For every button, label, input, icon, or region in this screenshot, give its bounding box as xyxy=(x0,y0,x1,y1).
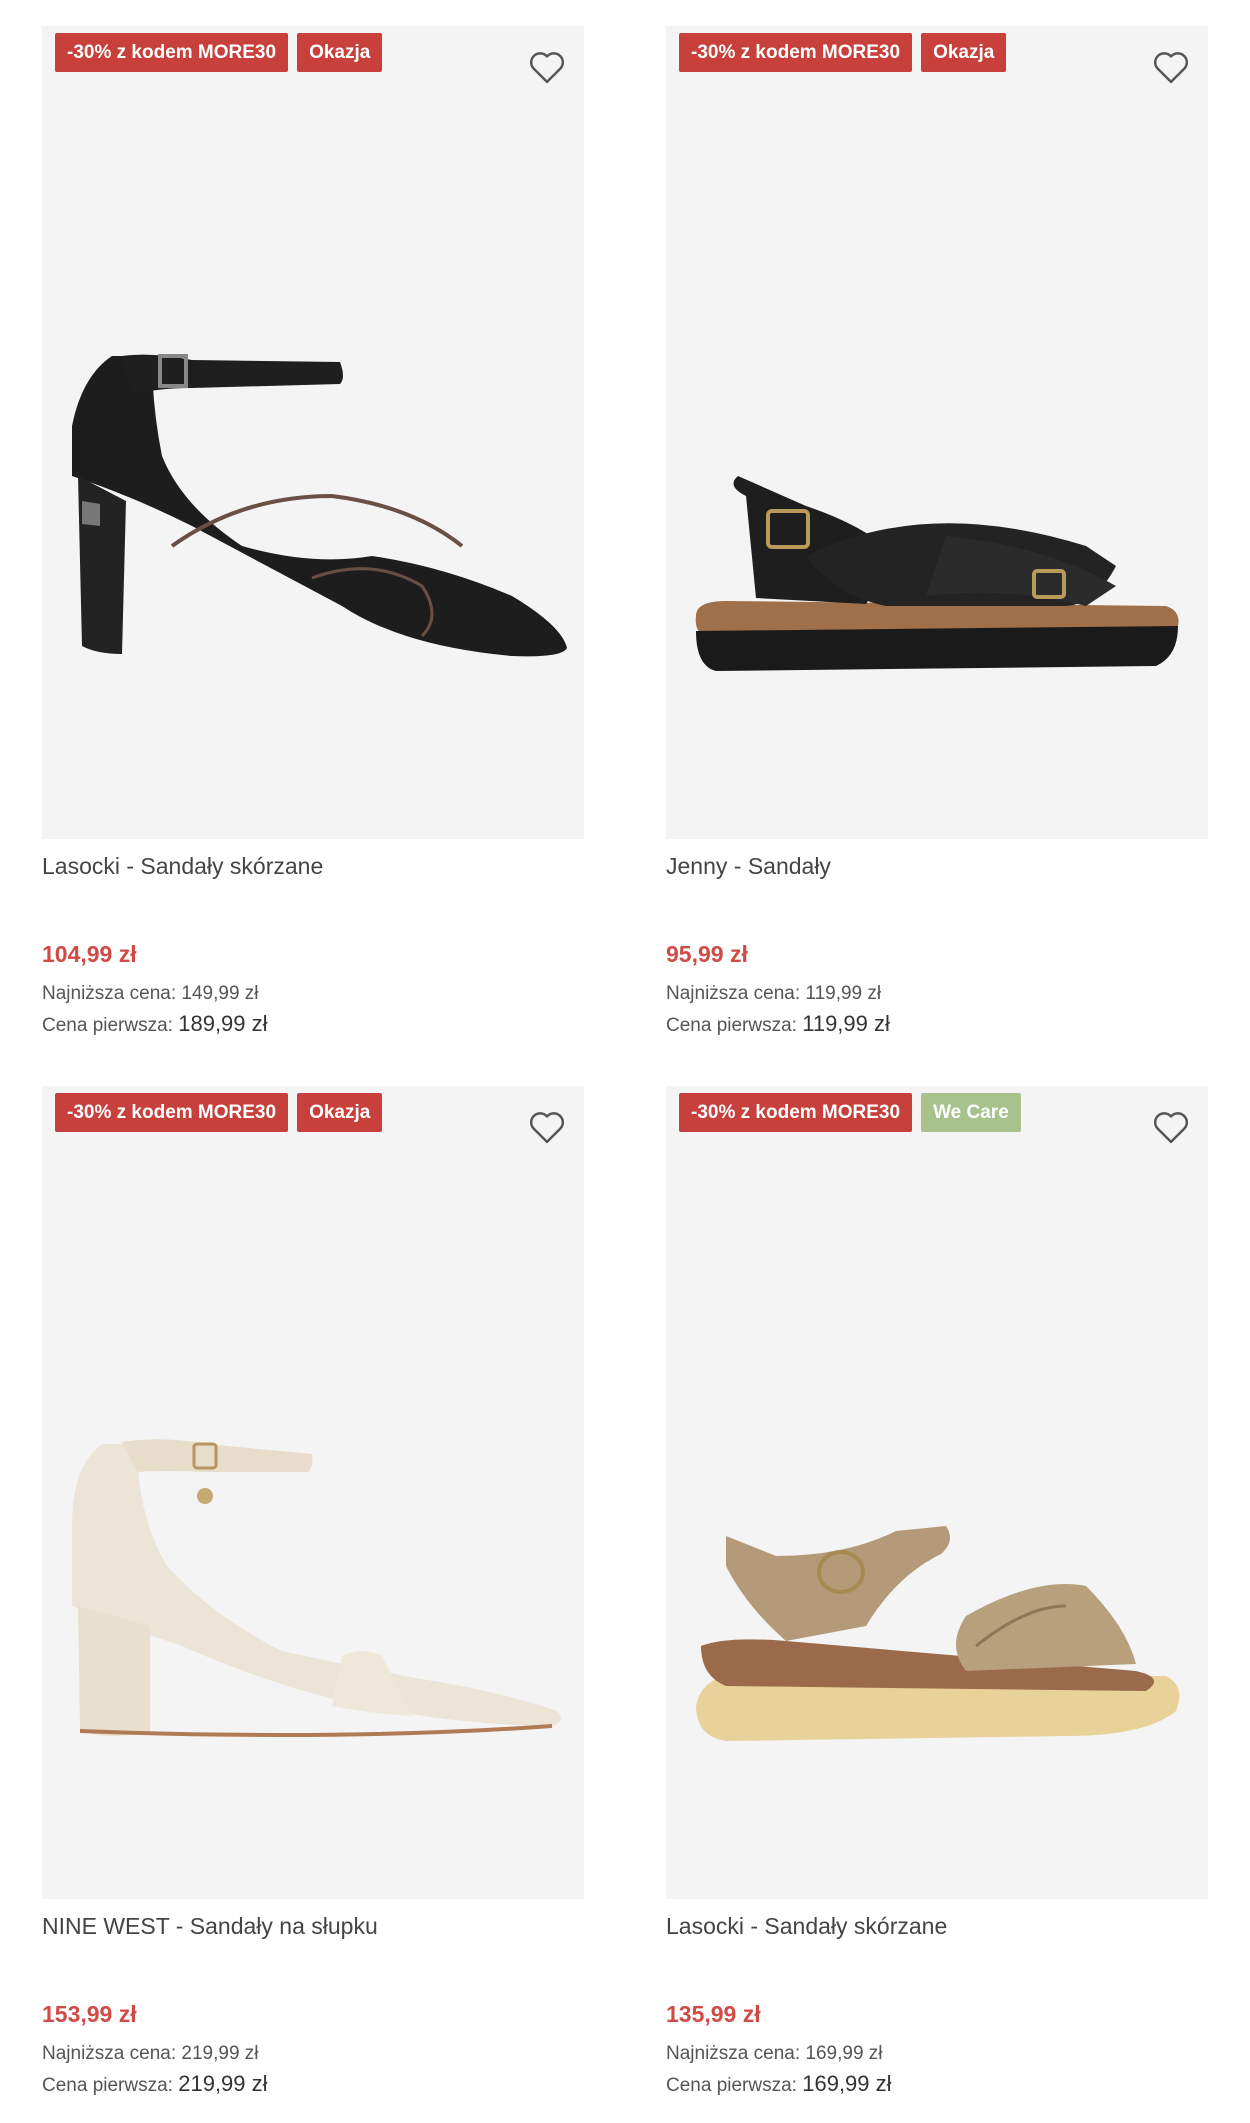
we-care-badge: We Care xyxy=(921,1093,1021,1132)
first-price-value: 189,99 zł xyxy=(178,1011,268,1036)
lowest-price-value: 169,99 zł xyxy=(805,2043,883,2064)
lowest-price-value: 219,99 zł xyxy=(181,2043,259,2064)
first-price-label: Cena pierwsza: xyxy=(666,2075,797,2096)
lowest-price-label: Najniższa cena: xyxy=(666,983,801,1004)
lowest-price: Najniższa cena: 169,99 zł xyxy=(666,2043,883,2065)
heart-icon[interactable] xyxy=(1150,46,1192,88)
first-price-label: Cena pierwsza: xyxy=(42,2075,173,2096)
product-price: 104,99 zł xyxy=(42,941,137,967)
product-price: 153,99 zł xyxy=(42,2001,137,2027)
lowest-price: Najniższa cena: 149,99 zł xyxy=(42,983,259,1005)
promo-badge: -30% z kodem MORE30 xyxy=(55,1093,289,1132)
promo-badge: -30% z kodem MORE30 xyxy=(679,1093,913,1132)
promo-badge: -30% z kodem MORE30 xyxy=(55,33,289,72)
product-card[interactable]: -30% z kodem MORE30 Okazja Lasocki - San… xyxy=(42,26,584,1036)
product-image-area[interactable]: -30% z kodem MORE30 Okazja xyxy=(42,1086,584,1899)
first-price: Cena pierwsza: 169,99 zł xyxy=(666,2071,892,2097)
product-card[interactable]: -30% z kodem MORE30 Okazja Jenny - Sanda… xyxy=(666,26,1208,1036)
lowest-price-label: Najniższa cena: xyxy=(666,2043,801,2064)
product-title[interactable]: NINE WEST - Sandały na słupku xyxy=(42,1913,378,1940)
product-title[interactable]: Jenny - Sandały xyxy=(666,853,831,880)
first-price: Cena pierwsza: 119,99 zł xyxy=(666,1011,890,1037)
lowest-price-value: 119,99 zł xyxy=(805,983,882,1004)
product-card[interactable]: -30% z kodem MORE30 We Care Lasocki - Sa… xyxy=(666,1086,1208,2096)
badge-row: -30% z kodem MORE30 Okazja xyxy=(55,33,383,72)
product-price: 95,99 zł xyxy=(666,941,748,967)
product-card[interactable]: -30% z kodem MORE30 Okazja NINE WEST - S… xyxy=(42,1086,584,2096)
badge-row: -30% z kodem MORE30 Okazja xyxy=(55,1093,383,1132)
badge-row: -30% z kodem MORE30 We Care xyxy=(679,1093,1021,1132)
black-cork-sandal-image[interactable] xyxy=(666,26,1208,839)
beige-wedge-sandal-image[interactable] xyxy=(666,1086,1208,1899)
product-title[interactable]: Lasocki - Sandały skórzane xyxy=(42,853,323,880)
cream-block-heel-sandal-image[interactable] xyxy=(42,1086,584,1899)
product-image-area[interactable]: -30% z kodem MORE30 Okazja xyxy=(42,26,584,839)
product-price: 135,99 zł xyxy=(666,2001,761,2027)
heart-icon[interactable] xyxy=(526,1106,568,1148)
first-price-value: 219,99 zł xyxy=(178,2071,268,2096)
lowest-price-value: 149,99 zł xyxy=(181,983,259,1004)
black-heeled-sandal-image[interactable] xyxy=(42,26,584,839)
promo-badge: -30% z kodem MORE30 xyxy=(679,33,913,72)
first-price-value: 169,99 zł xyxy=(802,2071,892,2096)
lowest-price-label: Najniższa cena: xyxy=(42,983,177,1004)
first-price-value: 119,99 zł xyxy=(802,1011,890,1036)
first-price-label: Cena pierwsza: xyxy=(666,1015,797,1036)
first-price: Cena pierwsza: 189,99 zł xyxy=(42,1011,268,1037)
product-title[interactable]: Lasocki - Sandały skórzane xyxy=(666,1913,947,1940)
okazja-badge: Okazja xyxy=(297,1093,383,1132)
heart-icon[interactable] xyxy=(1150,1106,1192,1148)
first-price-label: Cena pierwsza: xyxy=(42,1015,173,1036)
lowest-price: Najniższa cena: 119,99 zł xyxy=(666,983,881,1005)
okazja-badge: Okazja xyxy=(921,33,1007,72)
lowest-price: Najniższa cena: 219,99 zł xyxy=(42,2043,259,2065)
product-image-area[interactable]: -30% z kodem MORE30 Okazja xyxy=(666,26,1208,839)
heart-icon[interactable] xyxy=(526,46,568,88)
badge-row: -30% z kodem MORE30 Okazja xyxy=(679,33,1007,72)
okazja-badge: Okazja xyxy=(297,33,383,72)
product-image-area[interactable]: -30% z kodem MORE30 We Care xyxy=(666,1086,1208,1899)
first-price: Cena pierwsza: 219,99 zł xyxy=(42,2071,268,2097)
lowest-price-label: Najniższa cena: xyxy=(42,2043,177,2064)
